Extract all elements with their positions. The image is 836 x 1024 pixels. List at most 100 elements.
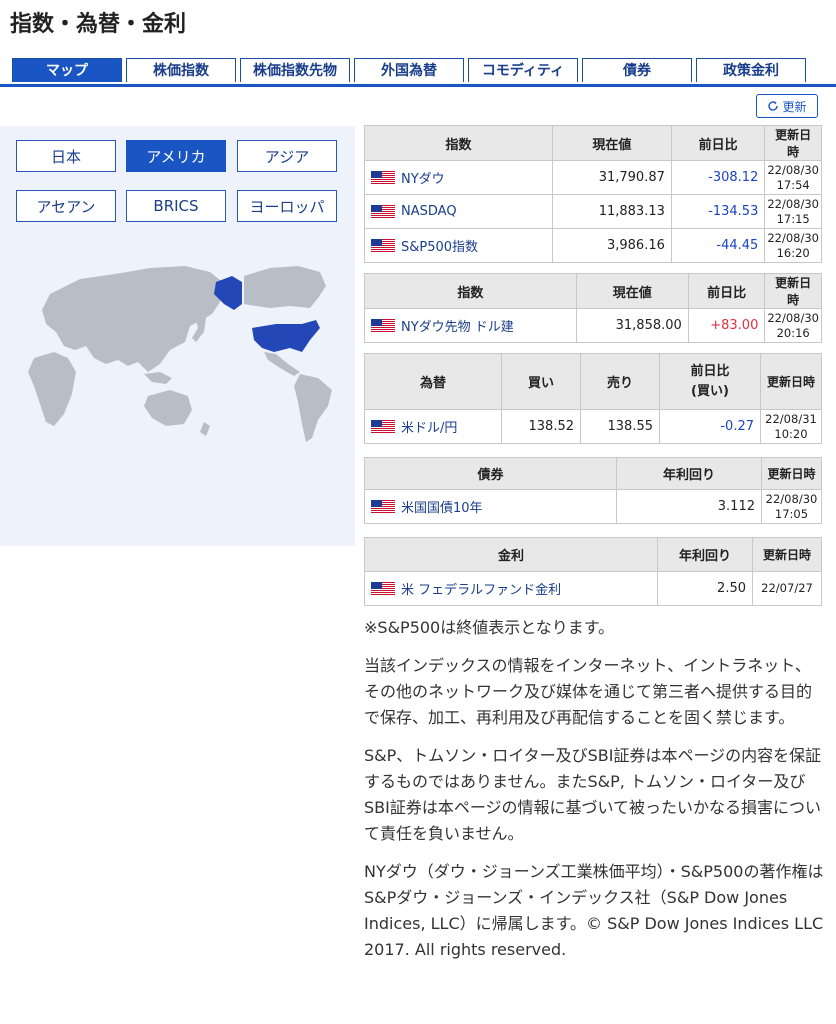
table-row: NYダウ 31,790.87 -308.12 22/08/30 17:54 <box>364 160 822 195</box>
index-updated: 22/08/30 17:15 <box>764 194 822 229</box>
bond-yield: 3.112 <box>616 489 762 524</box>
bond-header-yield: 年利回り <box>616 457 762 490</box>
fx-ask: 138.55 <box>580 409 660 444</box>
us-flag-icon <box>371 318 395 333</box>
fx-header-name: 為替 <box>364 353 502 410</box>
us-flag-icon <box>371 419 395 434</box>
table-row: 米ドル/円 138.52 138.55 -0.27 22/08/31 10:20 <box>364 409 822 444</box>
futures-header-change: 前日比 <box>687 273 766 309</box>
refresh-button[interactable]: 更新 <box>756 94 818 118</box>
world-map[interactable] <box>20 254 345 454</box>
futures-value: 31,858.00 <box>575 308 689 343</box>
region-asean-button[interactable]: アセアン <box>16 190 116 222</box>
index-updated: 22/08/30 16:20 <box>764 228 822 263</box>
bond-header-time: 更新日時 <box>761 457 822 490</box>
futures-header-time: 更新日時 <box>764 273 822 309</box>
world-map-panel: 日本 アメリカ アジア アセアン BRICS ヨーロッパ <box>0 126 355 546</box>
futures-change: +83.00 <box>687 308 766 343</box>
index-nasdaq-link[interactable]: NASDAQ <box>364 194 553 229</box>
fx-updated: 22/08/31 10:20 <box>760 409 822 444</box>
fx-table: 為替 買い 売り 前日比 (買い) 更新日時 米ドル/円 138.52 138.5… <box>364 353 822 444</box>
region-brics-button[interactable]: BRICS <box>126 190 226 222</box>
table-row: 米国国債10年 3.112 22/08/30 17:05 <box>364 489 822 524</box>
index-updated: 22/08/30 17:54 <box>764 160 822 195</box>
note-sp500: ※S&P500は終値表示となります。 <box>364 618 615 637</box>
index-change: -44.45 <box>670 228 766 263</box>
map-southeast-asia[interactable] <box>144 372 172 384</box>
map-central-america[interactable] <box>264 352 300 376</box>
rate-table: 金利 年利回り 更新日時 米 フェデラルファンド金利 2.50 22/07/27 <box>364 537 822 606</box>
region-america-button[interactable]: アメリカ <box>126 140 226 172</box>
us-flag-icon <box>371 170 395 185</box>
category-tabs: マップ 株価指数 株価指数先物 外国為替 コモディティ 債券 政策金利 <box>12 58 822 84</box>
tab-index-futures[interactable]: 株価指数先物 <box>240 58 350 82</box>
region-europe-button[interactable]: ヨーロッパ <box>237 190 337 222</box>
tab-forex[interactable]: 外国為替 <box>354 58 464 82</box>
map-canada[interactable] <box>244 266 326 308</box>
region-japan-button[interactable]: 日本 <box>16 140 116 172</box>
tab-policy-rate[interactable]: 政策金利 <box>696 58 806 82</box>
table-row: NYダウ先物 ドル建 31,858.00 +83.00 22/08/30 20:1… <box>364 308 822 343</box>
bond-name: 米国国債10年 <box>401 501 483 516</box>
tab-stock-index[interactable]: 株価指数 <box>126 58 236 82</box>
futures-name: NYダウ先物 ドル建 <box>401 320 514 335</box>
table-row: S&P500指数 3,986.16 -44.45 22/08/30 16:20 <box>364 228 822 263</box>
fx-name: 米ドル/円 <box>401 421 458 436</box>
indices-header-value: 現在値 <box>551 125 672 161</box>
fx-header-time: 更新日時 <box>760 353 822 410</box>
bond-updated: 22/08/30 17:05 <box>761 489 822 524</box>
table-row: NASDAQ 11,883.13 -134.53 22/08/30 17:15 <box>364 194 822 229</box>
futures-updated: 22/08/30 20:16 <box>764 308 822 343</box>
indices-header-change: 前日比 <box>670 125 766 161</box>
disclaimer-notes: ※S&P500は終値表示となります。 当該インデックスの情報をインターネット、イ… <box>364 615 824 975</box>
fx-header-change: 前日比 (買い) <box>659 353 761 410</box>
index-value: 11,883.13 <box>551 194 672 229</box>
page-title: 指数・為替・金利 <box>10 12 187 37</box>
map-south-america[interactable] <box>294 374 332 442</box>
note-warranty: S&P、トムソン・ロイター及びSBI証券は本ページの内容を保証するものではありま… <box>364 746 822 843</box>
indices-header-time: 更新日時 <box>764 125 822 161</box>
futures-header-value: 現在値 <box>575 273 689 309</box>
tab-commodity[interactable]: コモディティ <box>468 58 578 82</box>
index-change: -308.12 <box>670 160 766 195</box>
index-name: NASDAQ <box>401 204 457 219</box>
futures-header-name: 指数 <box>364 273 577 309</box>
map-new-zealand[interactable] <box>200 422 210 436</box>
fx-usdjpy-link[interactable]: 米ドル/円 <box>364 409 502 444</box>
fx-header-ask: 売り <box>580 353 660 410</box>
map-africa[interactable] <box>28 352 76 426</box>
map-australia[interactable] <box>144 390 192 426</box>
futures-table: 指数 現在値 前日比 更新日時 NYダウ先物 ドル建 31,858.00 +83… <box>364 273 822 343</box>
tab-map[interactable]: マップ <box>12 58 122 82</box>
us-flag-icon <box>371 238 395 253</box>
index-value: 3,986.16 <box>551 228 672 263</box>
region-asia-button[interactable]: アジア <box>237 140 337 172</box>
rate-fedfunds-link[interactable]: 米 フェデラルファンド金利 <box>364 571 658 606</box>
index-nydow-link[interactable]: NYダウ <box>364 160 553 195</box>
rate-header-name: 金利 <box>364 537 658 572</box>
bond-header-name: 債券 <box>364 457 617 490</box>
refresh-label: 更新 <box>782 99 807 114</box>
fx-bid: 138.52 <box>501 409 581 444</box>
bond-us10y-link[interactable]: 米国国債10年 <box>364 489 617 524</box>
index-name: S&P500指数 <box>401 240 479 255</box>
note-redistribution: 当該インデックスの情報をインターネット、イントラネット、その他のネットワーク及び… <box>364 656 813 727</box>
index-value: 31,790.87 <box>551 160 672 195</box>
index-change: -134.53 <box>670 194 766 229</box>
fx-header-bid: 買い <box>501 353 581 410</box>
rate-updated: 22/07/27 <box>752 571 822 606</box>
fx-change: -0.27 <box>659 409 761 444</box>
futures-nydow-link[interactable]: NYダウ先物 ドル建 <box>364 308 577 343</box>
us-flag-icon <box>371 499 395 514</box>
rate-name: 米 フェデラルファンド金利 <box>401 583 562 598</box>
note-copyright: NYダウ（ダウ・ジョーンズ工業株価平均）・S&P500の著作権はS&Pダウ・ジョ… <box>364 862 824 959</box>
map-usa[interactable] <box>252 320 320 352</box>
rate-yield: 2.50 <box>657 571 753 606</box>
indices-header-name: 指数 <box>364 125 553 161</box>
indices-table: 指数 現在値 前日比 更新日時 NYダウ 31,790.87 -308.12 2… <box>364 125 822 263</box>
bond-table: 債券 年利回り 更新日時 米国国債10年 3.112 22/08/30 17:05 <box>364 457 822 524</box>
index-sp500-link[interactable]: S&P500指数 <box>364 228 553 263</box>
table-row: 米 フェデラルファンド金利 2.50 22/07/27 <box>364 571 822 606</box>
us-flag-icon <box>371 581 395 596</box>
tab-bond[interactable]: 債券 <box>582 58 692 82</box>
